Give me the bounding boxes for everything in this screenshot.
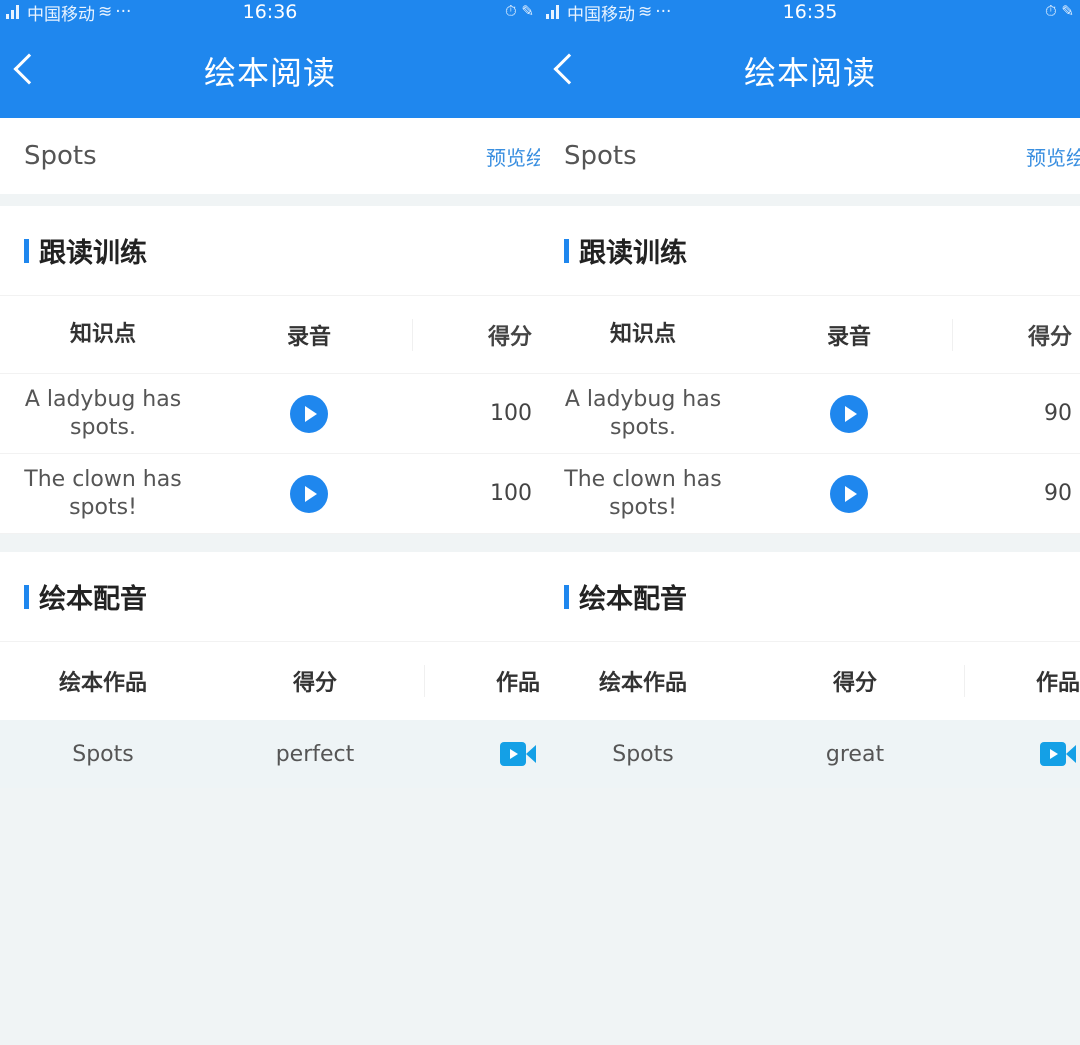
table-row: Spots perfect	[0, 720, 540, 788]
video-icon[interactable]	[500, 742, 536, 766]
table-row: A ladybug has spots. 90	[540, 374, 1080, 454]
score-value: perfect	[275, 741, 355, 767]
col-work: 绘本作品	[598, 671, 687, 696]
col-score: 得分	[412, 318, 540, 351]
dubbing-section: 绘本配音 绘本作品 得分 作品 Spots great	[540, 552, 1080, 788]
col-product: 作品	[424, 665, 540, 697]
col-recording: 录音	[826, 324, 871, 350]
table-row: The clown has spots! 100	[0, 454, 540, 534]
section-title: 跟读训练	[579, 238, 687, 269]
work-name: Spots	[72, 741, 134, 767]
phone-screen: 中国移动 ≋ ··· 16:36 ⏱ ✎ 绘本阅读 Spots 预览绘本 跟读训…	[0, 0, 540, 1045]
col-knowledge: 知识点	[69, 321, 136, 347]
play-icon[interactable]	[290, 474, 328, 513]
col-recording: 录音	[286, 324, 331, 350]
back-chevron-icon[interactable]	[553, 53, 585, 85]
top-bar: 中国移动 ≋ ··· 16:35 ⏱ ✎ 绘本阅读	[540, 0, 1080, 118]
col-score: 得分	[832, 671, 877, 696]
back-chevron-icon[interactable]	[13, 53, 45, 85]
knowledge-text: A ladybug has spots.	[564, 386, 722, 440]
table-header: 绘本作品 得分 作品	[540, 642, 1080, 720]
section-title: 绘本配音	[579, 584, 687, 615]
play-icon[interactable]	[830, 394, 868, 433]
table-header: 绘本作品 得分 作品	[0, 642, 540, 720]
section-title: 绘本配音	[39, 584, 147, 615]
table-header: 知识点 录音 得分	[0, 296, 540, 374]
knowledge-text: The clown has spots!	[24, 466, 182, 520]
section-marker	[564, 584, 569, 609]
top-bar: 中国移动 ≋ ··· 16:36 ⏱ ✎ 绘本阅读	[0, 0, 540, 118]
section-marker	[24, 238, 29, 263]
video-icon[interactable]	[1040, 742, 1076, 766]
score-value: great	[825, 741, 885, 767]
status-right-icons: ⏱ ✎	[504, 2, 534, 20]
table-row: The clown has spots! 90	[540, 454, 1080, 534]
status-time: 16:35	[782, 1, 838, 23]
table-row: A ladybug has spots. 100	[0, 374, 540, 454]
knowledge-text: A ladybug has spots.	[24, 386, 182, 440]
col-score: 得分	[292, 671, 337, 696]
col-product: 作品	[964, 665, 1080, 697]
knowledge-text: The clown has spots!	[564, 466, 722, 520]
page-title: 绘本阅读	[203, 54, 336, 92]
status-time: 16:36	[242, 1, 298, 23]
phone-screen: 中国移动 ≋ ··· 16:35 ⏱ ✎ 绘本阅读 Spots 预览绘本 跟读训…	[540, 0, 1080, 1045]
col-knowledge: 知识点	[609, 321, 676, 347]
col-score: 得分	[952, 318, 1080, 351]
preview-link[interactable]: 预览绘本	[486, 142, 540, 171]
play-icon[interactable]	[830, 474, 868, 513]
status-right-icons: ⏱ ✎	[1044, 2, 1074, 20]
col-work: 绘本作品	[58, 671, 147, 696]
book-row: Spots 预览绘本	[0, 118, 540, 194]
status-bar: 中国移动 ≋ ··· 16:36 ⏱ ✎	[0, 0, 540, 25]
preview-link[interactable]: 预览绘本	[1026, 142, 1080, 171]
status-bar: 中国移动 ≋ ··· 16:35 ⏱ ✎	[540, 0, 1080, 25]
score-value: 90	[1044, 401, 1072, 426]
section-marker	[564, 238, 569, 263]
table-row: Spots great	[540, 720, 1080, 788]
dubbing-section: 绘本配音 绘本作品 得分 作品 Spots perfect	[0, 552, 540, 788]
score-value: 100	[490, 481, 532, 506]
section-marker	[24, 584, 29, 609]
work-name: Spots	[612, 741, 674, 767]
book-name: Spots	[564, 141, 637, 171]
play-icon[interactable]	[290, 394, 328, 433]
score-value: 100	[490, 401, 532, 426]
book-row: Spots 预览绘本	[540, 118, 1080, 194]
table-header: 知识点 录音 得分	[540, 296, 1080, 374]
book-name: Spots	[24, 141, 97, 171]
page-title: 绘本阅读	[743, 54, 876, 92]
section-title: 跟读训练	[39, 238, 147, 269]
score-value: 90	[1044, 481, 1072, 506]
follow-reading-section: 跟读训练 知识点 录音 得分 A ladybug has spots. 100 Th…	[0, 206, 540, 534]
follow-reading-section: 跟读训练 知识点 录音 得分 A ladybug has spots. 90 The…	[540, 206, 1080, 534]
